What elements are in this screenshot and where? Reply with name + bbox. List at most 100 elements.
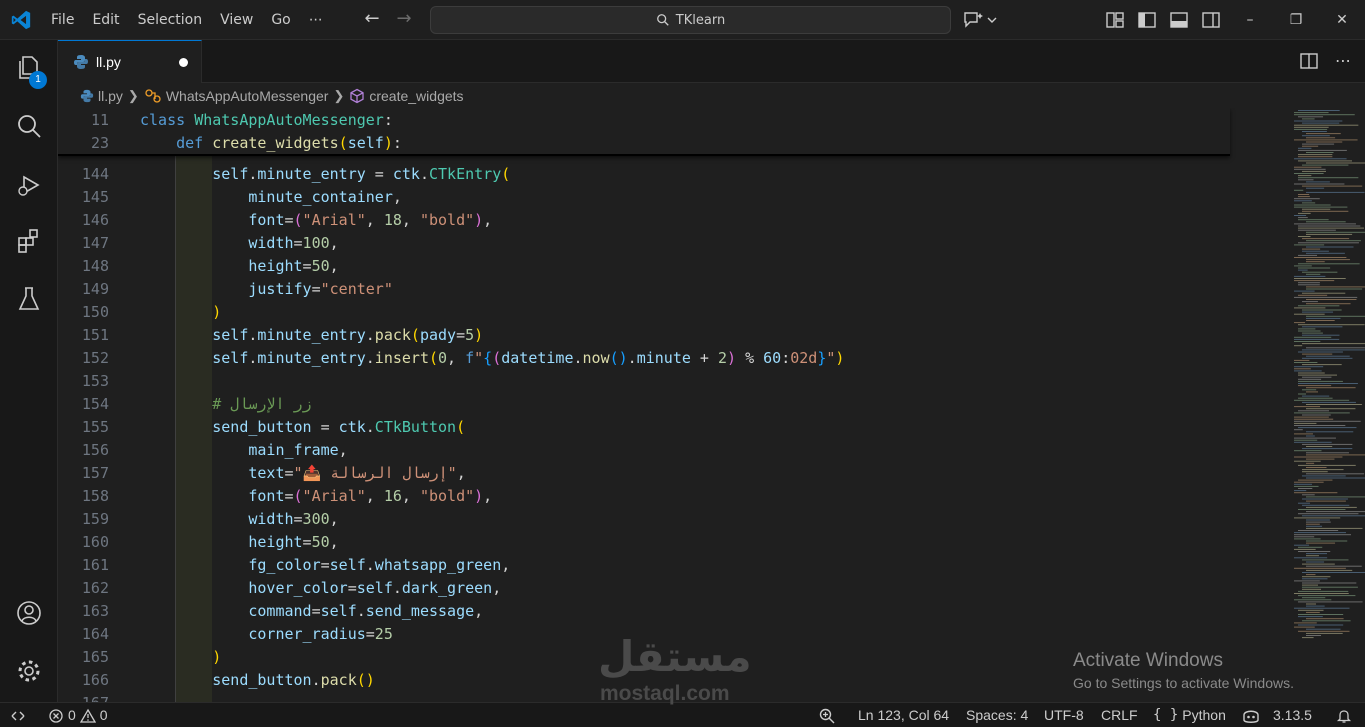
minimap-line — [1306, 355, 1350, 357]
minimap-line — [1306, 181, 1330, 183]
code-token: , — [483, 487, 493, 505]
line-number: 153 — [81, 372, 109, 390]
minimap-line — [1302, 504, 1350, 506]
customize-layout-icon[interactable] — [1104, 9, 1126, 31]
eol-setting[interactable]: CRLF — [1101, 703, 1138, 727]
code-token: 50 — [311, 257, 330, 275]
minimap-line — [1302, 494, 1315, 496]
minimap-line — [1298, 294, 1328, 296]
minimap-line — [1298, 254, 1318, 256]
account-icon[interactable] — [14, 598, 44, 628]
minimap-line — [1298, 284, 1320, 286]
python-interpreter[interactable]: 3.13.5 — [1241, 703, 1312, 727]
minimap-line — [1294, 532, 1346, 534]
unsaved-dot-icon[interactable] — [179, 58, 188, 67]
sticky-scroll-header[interactable]: 11 class WhatsAppAutoMessenger: 23 def crea… — [58, 108, 1230, 156]
minimap-line — [1306, 540, 1348, 542]
minimap-line — [1302, 563, 1335, 565]
code-token: = — [347, 579, 357, 597]
minimap-line — [1294, 112, 1329, 114]
zoom-indicator[interactable] — [818, 703, 836, 727]
minimap-line — [1298, 427, 1357, 429]
code-token: dark_green — [401, 579, 493, 597]
extensions-icon[interactable] — [14, 226, 44, 256]
code-token: ( — [338, 134, 348, 152]
navigation-arrows: ← → — [362, 8, 414, 29]
minimap-line — [1306, 452, 1349, 454]
tab-actions: ⋯ — [1299, 51, 1353, 71]
testing-flask-icon[interactable] — [14, 284, 44, 314]
minimap-line — [1298, 410, 1330, 412]
minimap-line — [1298, 269, 1308, 271]
code-token: # زر الإرسال — [212, 395, 312, 413]
code-token: insert — [374, 349, 429, 367]
menu-item-go[interactable]: Go — [262, 0, 299, 40]
minimap-line — [1294, 114, 1355, 116]
watermark-latin: mostaql.com — [600, 682, 730, 705]
problems-indicator[interactable]: 0 0 — [48, 703, 108, 727]
minimap-line — [1298, 236, 1311, 237]
toggle-secondary-sidebar-icon[interactable] — [1200, 9, 1222, 31]
run-and-debug-icon[interactable] — [14, 170, 44, 200]
restore-icon[interactable]: ❐ — [1273, 0, 1319, 40]
minimap-line — [1306, 387, 1356, 389]
menu-item-edit[interactable]: Edit — [83, 0, 128, 40]
remote-indicator[interactable] — [10, 703, 26, 727]
more-menu-icon[interactable]: ⋯ — [300, 0, 332, 40]
search-icon[interactable] — [14, 111, 44, 141]
split-editor-icon[interactable] — [1299, 51, 1319, 71]
more-actions-icon[interactable]: ⋯ — [1333, 51, 1353, 71]
menu-item-view[interactable]: View — [211, 0, 262, 40]
minimap-line — [1294, 485, 1319, 487]
command-center-search[interactable]: TKlearn — [430, 6, 951, 34]
minimap-line — [1306, 246, 1354, 248]
minimap-line — [1294, 280, 1335, 282]
minimap-line — [1302, 620, 1351, 622]
breadcrumb-file[interactable]: ll.py — [98, 88, 123, 104]
code-token: , — [329, 257, 339, 275]
minimap-line — [1298, 219, 1329, 221]
menu-item-file[interactable]: File — [42, 0, 83, 40]
encoding-setting[interactable]: UTF-8 — [1044, 703, 1084, 727]
code-token: height — [248, 533, 303, 551]
minimap-line — [1298, 595, 1356, 597]
code-token: "center" — [320, 280, 393, 298]
minimap-line — [1298, 385, 1332, 387]
code-token: ( — [428, 349, 439, 367]
toggle-primary-sidebar-icon[interactable] — [1136, 9, 1158, 31]
cursor-position[interactable]: Ln 123, Col 64 — [858, 703, 949, 727]
close-icon[interactable]: ✕ — [1319, 0, 1365, 40]
forward-arrow-icon[interactable]: → — [394, 8, 414, 29]
back-arrow-icon[interactable]: ← — [362, 8, 382, 29]
title-bar: File Edit Selection View Go ⋯ ← → TKlearn – ❐… — [0, 0, 1365, 40]
indentation-setting[interactable]: Spaces: 4 — [966, 703, 1028, 727]
code-token: corner_radius — [248, 625, 366, 643]
minimize-icon[interactable]: – — [1227, 0, 1273, 40]
code-token: hover_color — [248, 579, 348, 597]
minimap-line — [1306, 320, 1335, 321]
copilot-button[interactable] — [963, 9, 1003, 31]
breadcrumb-method[interactable]: create_widgets — [369, 88, 463, 104]
breadcrumb-class[interactable]: WhatsAppAutoMessenger — [166, 88, 329, 104]
code-editor[interactable]: 144 self.minute_entry = ctk.CTkEntry(145 m… — [58, 108, 1365, 702]
minimap-line — [1302, 210, 1349, 212]
minimap-line — [1306, 611, 1320, 613]
language-mode[interactable]: { } Python — [1153, 703, 1226, 727]
code-token: , — [447, 349, 466, 367]
line-number: 11 — [90, 111, 109, 129]
minimap-line — [1294, 200, 1312, 202]
minimap[interactable] — [1290, 108, 1365, 702]
notifications[interactable] — [1336, 703, 1352, 727]
activate-windows-notice: Activate Windows Go to Settings to activ… — [1073, 650, 1294, 691]
toggle-panel-icon[interactable] — [1168, 9, 1190, 31]
minimap-line — [1298, 551, 1331, 552]
line-number: 161 — [81, 556, 109, 574]
code-text: fg_color=self.whatsapp_green, — [248, 554, 510, 577]
menu-item-selection[interactable]: Selection — [129, 0, 212, 40]
watermark-arabic: مستقل — [598, 632, 753, 681]
minimap-line — [1302, 238, 1350, 240]
tab-ll-py[interactable]: ll.py — [58, 40, 202, 83]
manage-gear-icon[interactable] — [14, 656, 44, 686]
code-token: 0 — [438, 349, 448, 367]
minimap-line — [1306, 603, 1317, 605]
